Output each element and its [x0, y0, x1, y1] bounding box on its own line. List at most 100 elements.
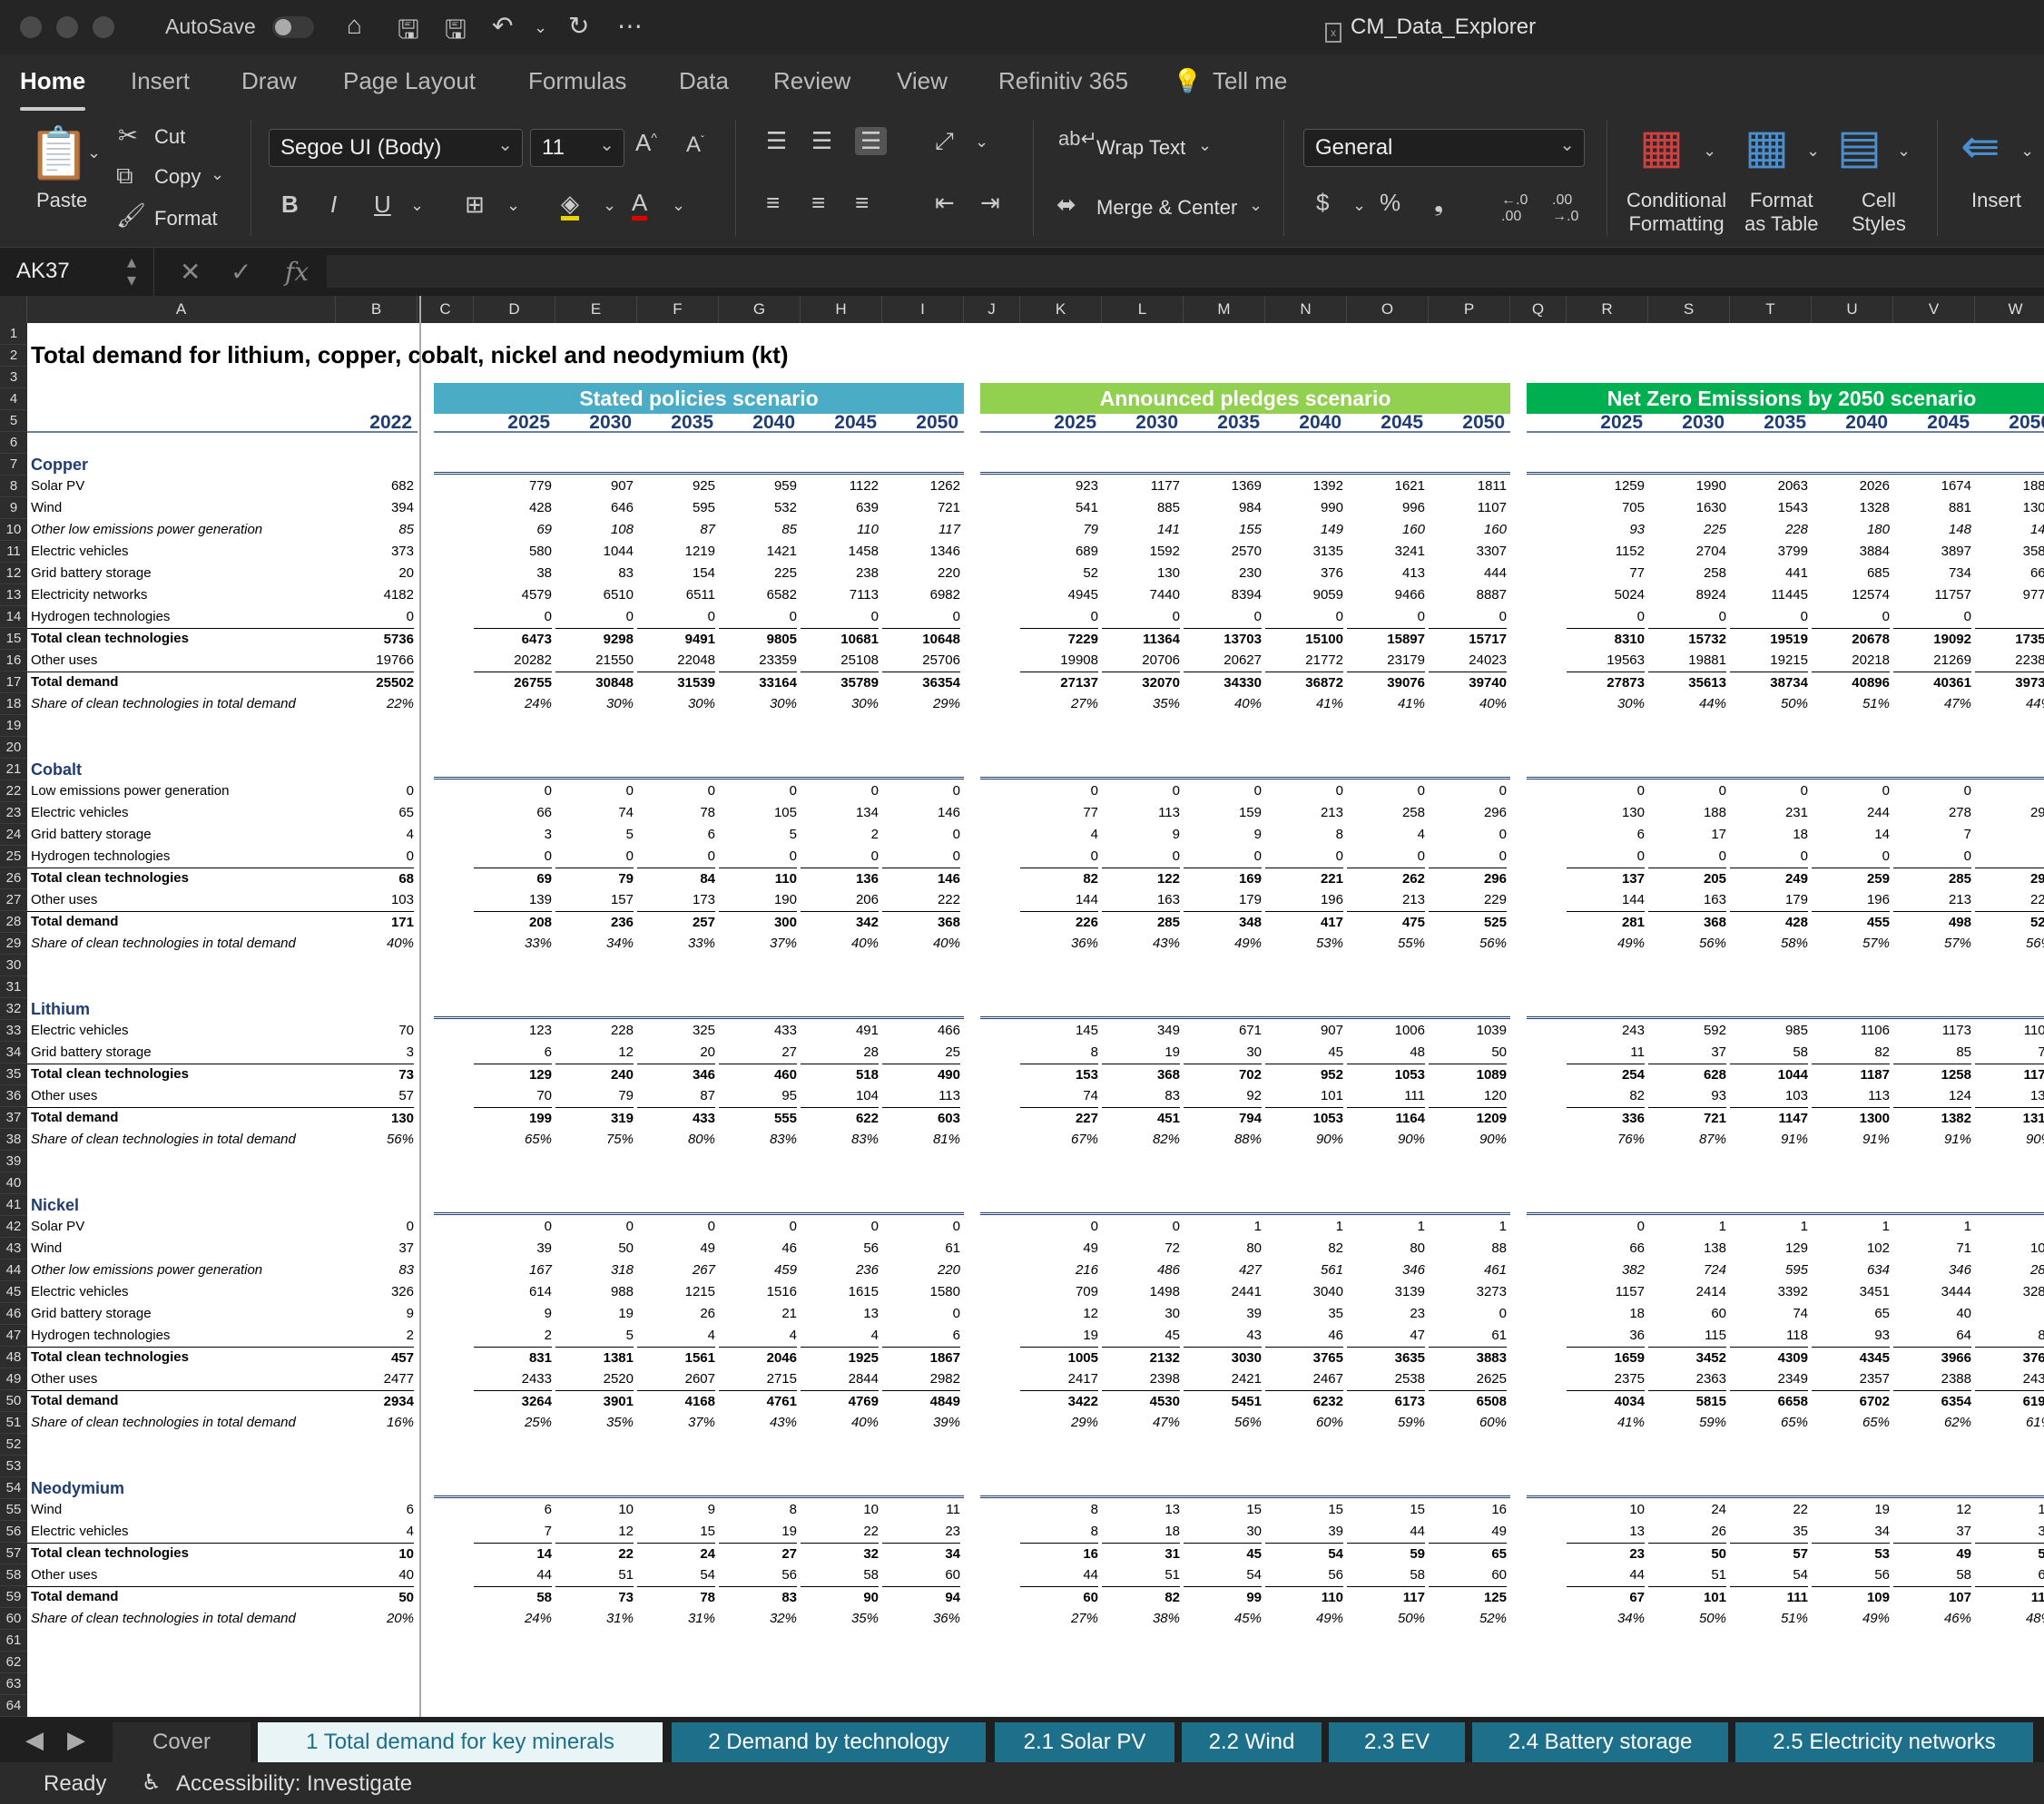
cell-value[interactable]: 190	[719, 889, 797, 911]
cell-value[interactable]: 27%	[1020, 693, 1098, 715]
cell-value[interactable]: 31	[1102, 1543, 1180, 1564]
cell-value[interactable]: 84	[637, 868, 715, 889]
cell-value[interactable]: 0	[1020, 606, 1098, 628]
cell-value[interactable]: 1209	[1429, 1107, 1507, 1129]
cell-value[interactable]: 685	[1812, 563, 1890, 584]
cell-value[interactable]: 91%	[1730, 1129, 1808, 1151]
cell-value[interactable]: 20%	[336, 1608, 414, 1630]
cell-value[interactable]: 19881	[1648, 650, 1726, 672]
cell-value[interactable]: 87	[637, 519, 715, 541]
cell-value[interactable]: 44%	[1975, 693, 2044, 715]
cell-value[interactable]: 34330	[1184, 672, 1262, 693]
cell-value[interactable]: 285	[1102, 911, 1180, 933]
insert-dropdown-icon[interactable]: ⌄	[2020, 142, 2034, 161]
cell-value[interactable]: 37	[1893, 1521, 1971, 1543]
cell-value[interactable]: 16%	[336, 1412, 414, 1434]
align-center-icon[interactable]: ≡	[811, 189, 825, 217]
cell-value[interactable]: 724	[1648, 1260, 1726, 1281]
cell-value[interactable]: 0	[474, 1216, 552, 1238]
cell-value[interactable]: 9491	[637, 628, 715, 650]
cell-value[interactable]: 0	[801, 780, 879, 802]
cell-value[interactable]: 1990	[1648, 476, 1726, 497]
cell-value[interactable]: 93	[1567, 519, 1645, 541]
cell-value[interactable]: 1005	[1020, 1347, 1098, 1368]
cell-value[interactable]: 258	[1648, 563, 1726, 584]
cell-value[interactable]: 22	[555, 1543, 634, 1564]
cell-value[interactable]: 66	[474, 802, 552, 824]
cell-value[interactable]: 10648	[882, 628, 960, 650]
cell-value[interactable]: 346	[1893, 1260, 1971, 1281]
cell-value[interactable]: 50	[1648, 1543, 1726, 1564]
cell-value[interactable]: 50%	[1648, 1608, 1726, 1630]
cell-value[interactable]: 3139	[1347, 1281, 1425, 1303]
cell-value[interactable]: 87	[637, 1085, 715, 1107]
row-header[interactable]: 48	[0, 1347, 27, 1368]
cell-value[interactable]: 14	[1812, 824, 1890, 846]
cell-value[interactable]: 113	[882, 1085, 960, 1107]
cell-value[interactable]: 21269	[1893, 650, 1971, 672]
cell-value[interactable]: 47	[1347, 1325, 1425, 1347]
row-header[interactable]: 3	[0, 367, 27, 388]
paste-label[interactable]: Paste	[36, 189, 87, 212]
cell-value[interactable]: 1104	[1975, 1020, 2044, 1042]
cell-value[interactable]: 925	[637, 476, 715, 497]
cell-value[interactable]: 130	[336, 1107, 414, 1129]
more-icon[interactable]: ⋯	[617, 11, 643, 41]
undo-dropdown-icon[interactable]: ⌄	[534, 18, 547, 37]
accessibility-status[interactable]: Accessibility: Investigate	[176, 1771, 412, 1797]
cell-value[interactable]: 45%	[1184, 1608, 1262, 1630]
cell-value[interactable]: 15	[1265, 1499, 1343, 1521]
cell-value[interactable]: 0	[1893, 606, 1971, 628]
cell-value[interactable]: 19908	[1020, 650, 1098, 672]
column-header-s[interactable]: S	[1648, 296, 1730, 323]
cell-value[interactable]: 67	[1567, 1586, 1645, 1608]
cell-value[interactable]: 68	[336, 868, 414, 889]
autosave-toggle[interactable]	[272, 16, 314, 38]
cell-value[interactable]: 2398	[1102, 1368, 1180, 1390]
cell-value[interactable]: 71	[1893, 1238, 1971, 1260]
cell-value[interactable]: 634	[1812, 1260, 1890, 1281]
row-header[interactable]: 37	[0, 1107, 27, 1129]
cell-value[interactable]: 61%	[1975, 1412, 2044, 1434]
paste-icon[interactable]: 📋	[27, 123, 91, 183]
cell-value[interactable]: 44%	[1648, 693, 1726, 715]
cell-value[interactable]: 0	[336, 780, 414, 802]
cell-value[interactable]: 0	[1648, 606, 1726, 628]
cell-value[interactable]: 0	[1429, 824, 1507, 846]
cell-value[interactable]: 984	[1184, 497, 1262, 519]
fill-color-icon[interactable]: ◈	[561, 191, 579, 221]
cell-value[interactable]: 24%	[474, 1608, 552, 1630]
cell-value[interactable]: 19	[1102, 1042, 1180, 1064]
cell-value[interactable]: 58	[1893, 1564, 1971, 1586]
sheet-tab-total-demand[interactable]: 1 Total demand for key minerals	[258, 1722, 663, 1762]
cell-value[interactable]: 16	[1020, 1543, 1098, 1564]
cell-value[interactable]: 229	[1429, 889, 1507, 911]
cell-value[interactable]: 595	[1730, 1260, 1808, 1281]
cell-value[interactable]: 988	[555, 1281, 634, 1303]
cell-value[interactable]: 923	[1020, 476, 1098, 497]
cell-value[interactable]: 23	[1347, 1303, 1425, 1325]
cell-value[interactable]: 498	[1893, 911, 1971, 933]
cell-value[interactable]: 104	[1975, 1238, 2044, 1260]
row-header[interactable]: 52	[0, 1434, 27, 1456]
cell-value[interactable]: 319	[555, 1107, 634, 1129]
cell-value[interactable]: 74	[1975, 1042, 2044, 1064]
sheet-tab-solar-pv[interactable]: 2.1 Solar PV	[995, 1722, 1174, 1762]
cell-value[interactable]: 61	[1429, 1325, 1507, 1347]
cell-value[interactable]: 49%	[1567, 933, 1645, 955]
cell-value[interactable]: 23359	[719, 650, 797, 672]
cell-value[interactable]: 0	[1730, 846, 1808, 868]
cell-value[interactable]: 2715	[719, 1368, 797, 1390]
cell-value[interactable]: 58	[1347, 1564, 1425, 1586]
cell-value[interactable]: 221	[1265, 868, 1343, 889]
cell-value[interactable]: 646	[555, 497, 634, 519]
cell-value[interactable]: 51	[1648, 1564, 1726, 1586]
row-header[interactable]: 49	[0, 1368, 27, 1390]
cell-value[interactable]: 30848	[555, 672, 634, 693]
cell-value[interactable]: 2934	[336, 1390, 414, 1412]
row-header[interactable]: 39	[0, 1151, 27, 1172]
cell-value[interactable]: 80	[1347, 1238, 1425, 1260]
cell-value[interactable]: 1561	[637, 1347, 715, 1368]
cell-value[interactable]: 0	[336, 1216, 414, 1238]
cell-value[interactable]: 77	[1020, 802, 1098, 824]
